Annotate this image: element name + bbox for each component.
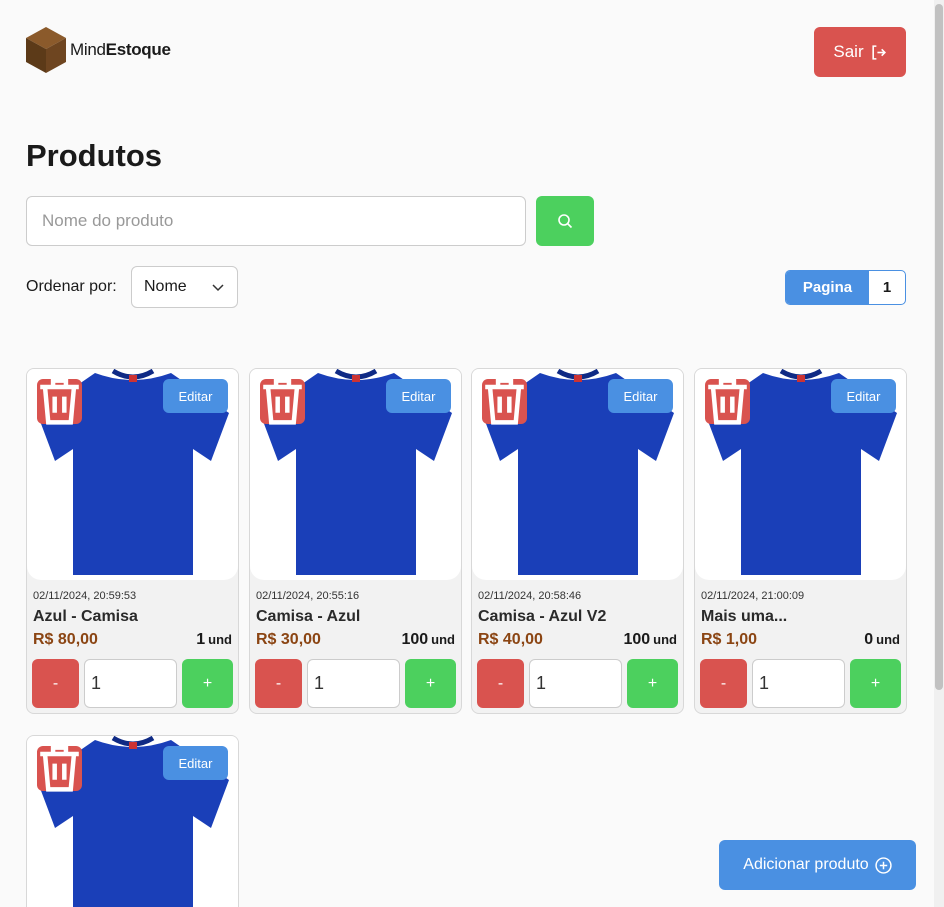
product-image: Editar — [27, 736, 238, 907]
trash-icon — [263, 378, 302, 425]
search-button[interactable] — [536, 196, 594, 246]
product-price: R$ 40,00 — [478, 631, 543, 648]
product-name: Azul - Camisa — [33, 608, 138, 625]
quantity-input[interactable] — [307, 659, 400, 708]
product-name: Camisa - Azul V2 — [478, 608, 607, 625]
page-scrollbar[interactable] — [934, 0, 944, 907]
search-field — [26, 196, 526, 246]
search-input[interactable] — [27, 197, 525, 245]
chevron-down-icon — [212, 284, 224, 292]
sort-label: Ordenar por: — [26, 278, 117, 295]
increase-button[interactable]: + — [405, 659, 456, 708]
decrease-button[interactable]: - — [32, 659, 79, 708]
product-stock: 100 und — [623, 631, 677, 648]
product-card: Editar 02/11/2024, 20:58:46 Camisa - Azu… — [471, 368, 684, 714]
trash-icon — [708, 378, 747, 425]
decrease-button[interactable]: - — [255, 659, 302, 708]
delete-button[interactable] — [705, 378, 750, 425]
edit-button[interactable]: Editar — [831, 379, 896, 413]
increase-button[interactable]: + — [850, 659, 901, 708]
product-image: Editar — [472, 369, 683, 580]
product-stock: 100 und — [401, 631, 455, 648]
add-product-button[interactable]: Adicionar produto — [719, 840, 916, 890]
page-title: Produtos — [26, 138, 163, 173]
app-logo[interactable]: MindEstoque — [26, 27, 171, 73]
product-date: 02/11/2024, 20:55:16 — [256, 590, 360, 602]
trash-icon — [485, 378, 524, 425]
product-card: Editar 02/11/2024, 21:00:09 Mais uma... … — [694, 368, 907, 714]
quantity-input[interactable] — [752, 659, 845, 708]
quantity-input[interactable] — [529, 659, 622, 708]
logout-icon — [872, 44, 886, 60]
pagination-current-page[interactable]: 1 — [869, 271, 905, 304]
logo-text: MindEstoque — [70, 40, 171, 59]
product-card: Editar 02/11/2024, 20:59:53 Azul - Camis… — [26, 368, 239, 714]
product-price: R$ 30,00 — [256, 631, 321, 648]
product-stock: 0 und — [864, 631, 900, 648]
product-image: Editar — [250, 369, 461, 580]
edit-button[interactable]: Editar — [608, 379, 673, 413]
edit-button[interactable]: Editar — [163, 746, 228, 780]
delete-button[interactable] — [37, 378, 82, 425]
product-date: 02/11/2024, 21:00:09 — [701, 590, 805, 602]
product-date: 02/11/2024, 20:59:53 — [33, 590, 137, 602]
product-image: Editar — [27, 369, 238, 580]
edit-button[interactable]: Editar — [163, 379, 228, 413]
delete-button[interactable] — [37, 745, 82, 792]
sort-select[interactable]: Nome — [131, 266, 238, 308]
app-header: MindEstoque Sair — [26, 27, 906, 77]
trash-icon — [40, 745, 79, 792]
product-price: R$ 1,00 — [701, 631, 758, 648]
increase-button[interactable]: + — [182, 659, 233, 708]
pagination: Pagina 1 — [785, 270, 906, 305]
delete-button[interactable] — [260, 378, 305, 425]
trash-icon — [40, 378, 79, 425]
product-name: Mais uma... — [701, 608, 788, 625]
scrollbar-thumb[interactable] — [935, 4, 943, 690]
quantity-input[interactable] — [84, 659, 177, 708]
add-product-label: Adicionar produto — [743, 856, 869, 873]
logout-label: Sair — [833, 42, 864, 61]
product-date: 02/11/2024, 20:58:46 — [478, 590, 582, 602]
product-image: Editar — [695, 369, 906, 580]
increase-button[interactable]: + — [627, 659, 678, 708]
product-card: Editar — [26, 735, 239, 907]
edit-button[interactable]: Editar — [386, 379, 451, 413]
decrease-button[interactable]: - — [700, 659, 747, 708]
logout-button[interactable]: Sair — [814, 27, 906, 77]
plus-circle-icon — [875, 856, 892, 874]
product-stock: 1 und — [196, 631, 232, 648]
sort-selected-value: Nome — [144, 278, 187, 295]
product-price: R$ 80,00 — [33, 631, 98, 648]
cube-logo-icon — [26, 27, 66, 73]
decrease-button[interactable]: - — [477, 659, 524, 708]
product-name: Camisa - Azul — [256, 608, 361, 625]
delete-button[interactable] — [482, 378, 527, 425]
product-card: Editar 02/11/2024, 20:55:16 Camisa - Azu… — [249, 368, 462, 714]
pagination-label: Pagina — [786, 271, 869, 304]
search-icon — [558, 214, 573, 229]
